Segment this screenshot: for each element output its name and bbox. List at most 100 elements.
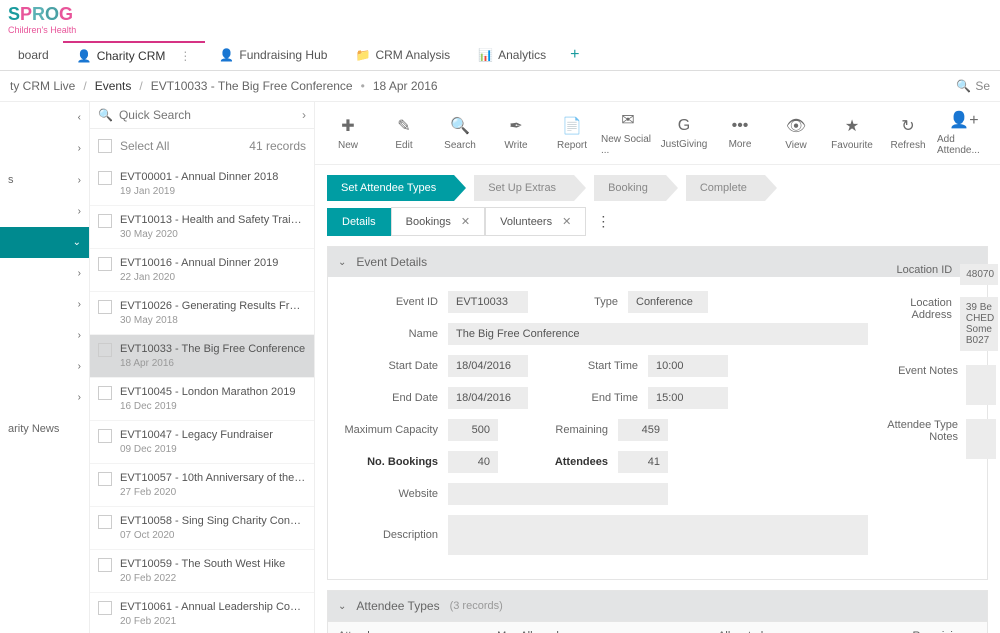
breadcrumb-root[interactable]: ty CRM Live bbox=[10, 79, 75, 93]
nav-item-news[interactable]: arity News bbox=[0, 413, 89, 445]
tab-dashboard[interactable]: board bbox=[4, 42, 63, 68]
quick-search-input[interactable] bbox=[119, 108, 296, 122]
step-set-attendee-types[interactable]: Set Attendee Types bbox=[327, 175, 454, 201]
new-social--button[interactable]: ✉ New Social ... bbox=[601, 110, 655, 156]
list-item-checkbox[interactable] bbox=[98, 343, 112, 357]
event-notes-field[interactable] bbox=[966, 365, 996, 405]
list-item-checkbox[interactable] bbox=[98, 601, 112, 615]
more-button[interactable]: ••• More bbox=[713, 110, 767, 156]
name-label: Name bbox=[338, 328, 448, 340]
nav-item[interactable]: s› bbox=[0, 164, 89, 196]
toolbar-label: Report bbox=[557, 140, 587, 151]
add-attende--button[interactable]: 👤+ Add Attende... bbox=[937, 110, 991, 156]
favourite-button[interactable]: ★ Favourite bbox=[825, 110, 879, 156]
list-item[interactable]: EVT10033 - The Big Free Conference 18 Ap… bbox=[90, 335, 314, 378]
attendees-field[interactable]: 41 bbox=[618, 451, 668, 473]
list-item[interactable]: EVT10061 - Annual Leadership Confere... … bbox=[90, 593, 314, 633]
start-date-field[interactable]: 18/04/2016 bbox=[448, 355, 528, 377]
type-field[interactable]: Conference bbox=[628, 291, 708, 313]
subtab-details[interactable]: Details bbox=[327, 208, 391, 236]
list-item-checkbox[interactable] bbox=[98, 472, 112, 486]
kebab-menu[interactable]: ⋮ bbox=[586, 207, 620, 236]
list-item[interactable]: EVT10026 - Generating Results From S... … bbox=[90, 292, 314, 335]
list-item[interactable]: EVT10013 - Health and Safety Training ..… bbox=[90, 206, 314, 249]
list-item[interactable]: EVT10016 - Annual Dinner 2019 22 Jan 202… bbox=[90, 249, 314, 292]
toolbar-label: View bbox=[785, 140, 807, 151]
list-item-checkbox[interactable] bbox=[98, 300, 112, 314]
no-bookings-field[interactable]: 40 bbox=[448, 451, 498, 473]
list-item-date: 07 Oct 2020 bbox=[120, 530, 306, 541]
remaining-field[interactable]: 459 bbox=[618, 419, 668, 441]
end-date-field[interactable]: 18/04/2016 bbox=[448, 387, 528, 409]
sub-tabs: DetailsBookings✕Volunteers✕⋮ bbox=[315, 207, 1000, 246]
step-complete[interactable]: Complete bbox=[686, 175, 765, 201]
step-set-up-extras[interactable]: Set Up Extras bbox=[474, 175, 574, 201]
new-button[interactable]: ✚ New bbox=[321, 110, 375, 156]
select-all-checkbox[interactable] bbox=[98, 139, 112, 153]
close-icon[interactable]: ✕ bbox=[562, 215, 571, 228]
nav-item[interactable]: › bbox=[0, 258, 89, 289]
nav-item[interactable]: › bbox=[0, 351, 89, 382]
list-item[interactable]: EVT10045 - London Marathon 2019 16 Dec 2… bbox=[90, 378, 314, 421]
list-item[interactable]: EVT10059 - The South West Hike 20 Feb 20… bbox=[90, 550, 314, 593]
tab-crm-analysis[interactable]: 📁 CRM Analysis bbox=[341, 42, 464, 68]
location-id-label: Location ID bbox=[878, 264, 960, 276]
nav-item[interactable]: › bbox=[0, 133, 89, 164]
attendee-types-table-header: Attendee▼ Max Allowed▼ Allocated▼ Remain… bbox=[328, 621, 987, 633]
list-item-checkbox[interactable] bbox=[98, 257, 112, 271]
app-logo: SPROG Children's Health bbox=[0, 0, 1000, 39]
nav-item-events[interactable]: ⌄ bbox=[0, 227, 89, 258]
add-tab-button[interactable]: + bbox=[560, 40, 589, 70]
list-item-checkbox[interactable] bbox=[98, 386, 112, 400]
list-item[interactable]: EVT10057 - 10th Anniversary of the Pro..… bbox=[90, 464, 314, 507]
view-button[interactable]: 👁 View bbox=[769, 110, 823, 156]
location-address-label: Location Address bbox=[878, 297, 960, 321]
tab-fundraising-hub[interactable]: 👤 Fundraising Hub bbox=[205, 42, 341, 68]
location-address-field[interactable]: 39 Be CHED Some B027 bbox=[960, 297, 998, 351]
list-item[interactable]: EVT10047 - Legacy Fundraiser 09 Dec 2019 bbox=[90, 421, 314, 464]
report-button[interactable]: 📄 Report bbox=[545, 110, 599, 156]
justgiving-button[interactable]: G JustGiving bbox=[657, 110, 711, 156]
nav-item[interactable]: › bbox=[0, 196, 89, 227]
list-item-date: 18 Apr 2016 bbox=[120, 358, 305, 369]
attendee-types-header[interactable]: ⌄ Attendee Types (3 records) bbox=[328, 591, 987, 621]
list-item-checkbox[interactable] bbox=[98, 429, 112, 443]
end-time-field[interactable]: 15:00 bbox=[648, 387, 728, 409]
write-button[interactable]: ✒ Write bbox=[489, 110, 543, 156]
list-item[interactable]: EVT00001 - Annual Dinner 2018 19 Jan 201… bbox=[90, 163, 314, 206]
location-id-field[interactable]: 48070 bbox=[960, 264, 998, 285]
tab-analytics[interactable]: 📊 Analytics bbox=[464, 42, 560, 68]
search-button[interactable]: 🔍 Search bbox=[433, 110, 487, 156]
subtab-bookings[interactable]: Bookings✕ bbox=[391, 207, 485, 236]
close-icon[interactable]: ✕ bbox=[461, 215, 470, 228]
description-field[interactable] bbox=[448, 515, 868, 555]
nav-item[interactable]: › bbox=[0, 382, 89, 413]
list-item-date: 20 Feb 2021 bbox=[120, 616, 306, 627]
website-field[interactable] bbox=[448, 483, 668, 505]
list-item-checkbox[interactable] bbox=[98, 214, 112, 228]
refresh-button[interactable]: ↻ Refresh bbox=[881, 110, 935, 156]
tab-charity-crm[interactable]: 👤 Charity CRM ⋮ bbox=[63, 41, 206, 69]
max-capacity-field[interactable]: 500 bbox=[448, 419, 498, 441]
event-id-field[interactable]: EVT10033 bbox=[448, 291, 528, 313]
breadcrumb: ty CRM Live / Events / EVT10033 - The Bi… bbox=[0, 71, 1000, 102]
name-field[interactable]: The Big Free Conference bbox=[448, 323, 868, 345]
subtab-volunteers[interactable]: Volunteers✕ bbox=[485, 207, 586, 236]
list-item-date: 22 Jan 2020 bbox=[120, 272, 278, 283]
nav-item[interactable]: › bbox=[0, 320, 89, 351]
nav-collapse[interactable]: ‹ bbox=[0, 102, 89, 133]
list-item-checkbox[interactable] bbox=[98, 171, 112, 185]
edit-button[interactable]: ✎ Edit bbox=[377, 110, 431, 156]
chevron-right-icon[interactable]: › bbox=[302, 108, 306, 122]
list-item-checkbox[interactable] bbox=[98, 558, 112, 572]
step-booking[interactable]: Booking bbox=[594, 175, 666, 201]
start-time-field[interactable]: 10:00 bbox=[648, 355, 728, 377]
breadcrumb-events[interactable]: Events bbox=[95, 79, 132, 93]
attendee-type-notes-field[interactable] bbox=[966, 419, 996, 459]
quick-search[interactable]: 🔍 › bbox=[90, 102, 314, 129]
social-icon: ✉ bbox=[621, 110, 634, 130]
global-search[interactable]: 🔍 Se bbox=[956, 79, 990, 93]
list-item[interactable]: EVT10058 - Sing Sing Charity Concert 07 … bbox=[90, 507, 314, 550]
nav-item[interactable]: › bbox=[0, 289, 89, 320]
list-item-checkbox[interactable] bbox=[98, 515, 112, 529]
